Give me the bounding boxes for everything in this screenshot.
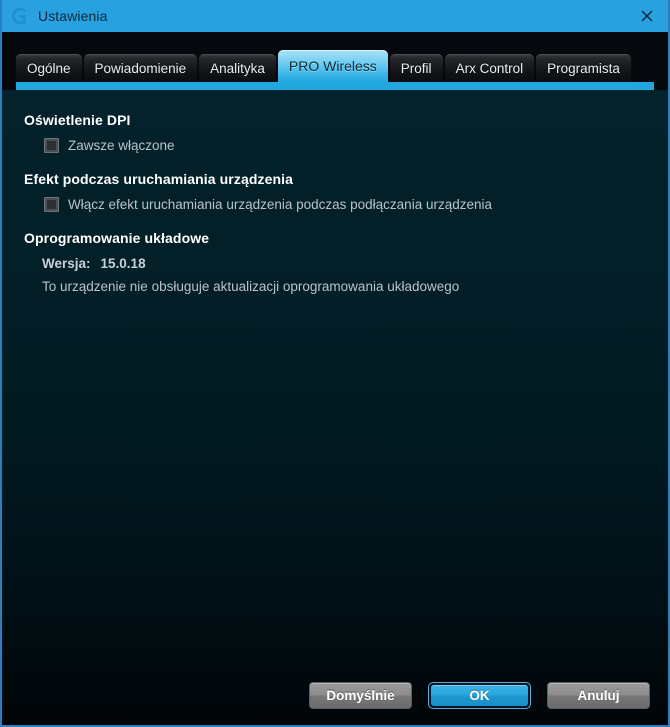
tab-arx-control[interactable]: Arx Control	[444, 54, 535, 82]
settings-window: Ustawienia Ogólne Powiadomienie Analityk…	[0, 0, 670, 727]
tab-strip: Ogólne Powiadomienie Analityka PRO Wirel…	[2, 32, 668, 90]
firmware-version-row: Wersja: 15.0.18	[42, 256, 646, 271]
tab-analityka[interactable]: Analityka	[199, 54, 276, 82]
section-firmware: Oprogramowanie układowe Wersja: 15.0.18 …	[24, 230, 646, 294]
checkbox-label: Zawsze włączone	[68, 138, 175, 153]
dialog-footer: Domyślnie OK Anuluj	[309, 682, 650, 709]
firmware-version-value: 15.0.18	[100, 256, 146, 271]
title-bar: Ustawienia	[2, 0, 668, 32]
ok-button-focus-ring: OK	[428, 682, 531, 709]
tab-profil[interactable]: Profil	[389, 54, 443, 82]
checkbox-row-startup-effect[interactable]: Włącz efekt uruchamiania urządzenia podc…	[44, 197, 646, 212]
checkbox-startup-effect[interactable]	[44, 197, 59, 212]
section-title: Efekt podczas uruchamiania urządzenia	[24, 171, 293, 187]
ok-button[interactable]: OK	[431, 685, 528, 706]
defaults-button[interactable]: Domyślnie	[309, 682, 412, 709]
tab-pro-wireless[interactable]: PRO Wireless	[277, 50, 388, 82]
logitech-g-logo-icon	[10, 5, 32, 27]
section-dpi-lighting: Oświetlenie DPI Zawsze włączone	[24, 112, 646, 153]
tab-powiadomienie[interactable]: Powiadomienie	[83, 54, 198, 82]
firmware-version-label: Wersja:	[42, 256, 91, 271]
checkbox-label: Włącz efekt uruchamiania urządzenia podc…	[68, 197, 492, 212]
section-title: Oświetlenie DPI	[24, 112, 131, 128]
tab-ogolne[interactable]: Ogólne	[16, 54, 82, 82]
tab-list: Ogólne Powiadomienie Analityka PRO Wirel…	[16, 50, 631, 82]
close-icon[interactable]	[624, 0, 668, 32]
tab-programista[interactable]: Programista	[536, 54, 631, 82]
section-title: Oprogramowanie układowe	[24, 230, 210, 246]
cancel-button[interactable]: Anuluj	[547, 682, 650, 709]
firmware-update-note: To urządzenie nie obsługuje aktualizacji…	[42, 279, 460, 294]
tab-panel-pro-wireless: Oświetlenie DPI Zawsze włączone Efekt po…	[2, 90, 668, 725]
section-startup-effect: Efekt podczas uruchamiania urządzenia Wł…	[24, 171, 646, 212]
settings-content: Oświetlenie DPI Zawsze włączone Efekt po…	[24, 112, 646, 312]
checkbox-always-on[interactable]	[44, 138, 59, 153]
window-title: Ustawienia	[38, 8, 108, 24]
checkbox-row-always-on[interactable]: Zawsze włączone	[44, 138, 646, 153]
tab-underline-bar	[16, 82, 654, 90]
